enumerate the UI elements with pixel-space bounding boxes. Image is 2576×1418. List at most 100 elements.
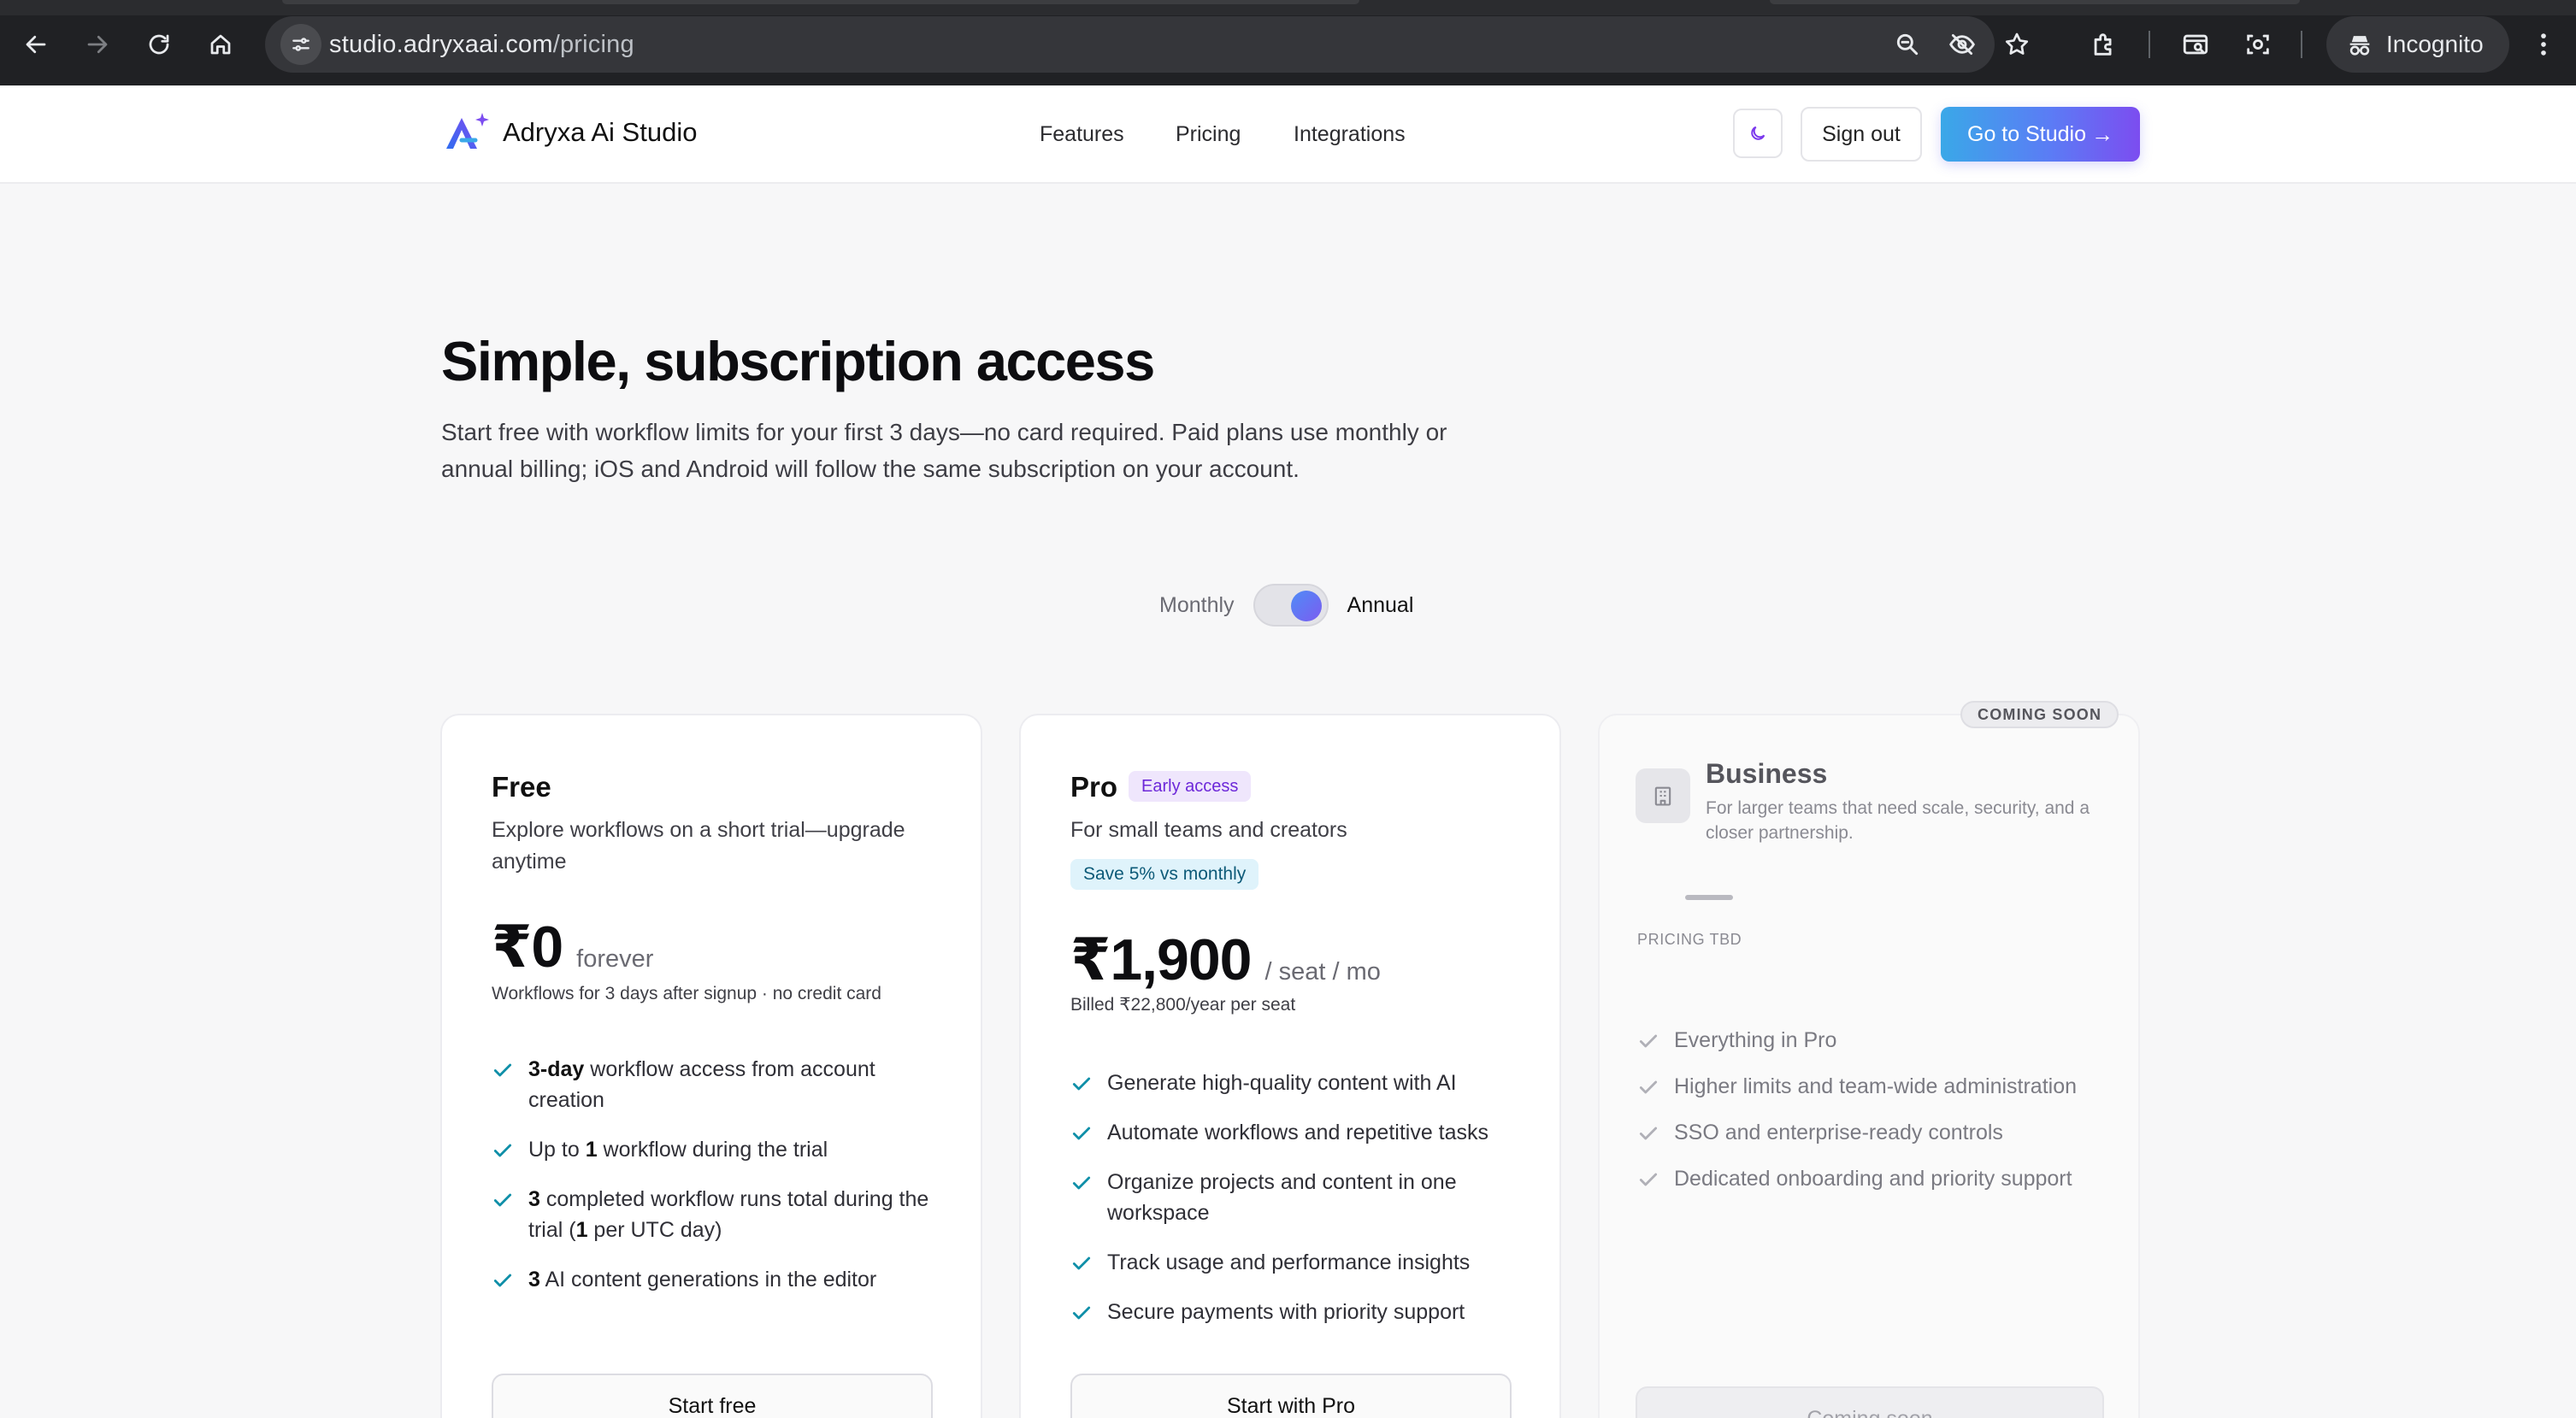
feature-text: Higher limits and team-wide administrati… bbox=[1674, 1074, 2078, 1098]
billing-monthly-label[interactable]: Monthly bbox=[1159, 593, 1235, 618]
feature-item: Higher limits and team-wide administrati… bbox=[1637, 1071, 2099, 1102]
feature-emphasis: 3 bbox=[528, 1268, 540, 1291]
tab-search-icon[interactable] bbox=[2175, 24, 2216, 65]
feature-list: Generate high-quality content with AI Au… bbox=[1070, 1068, 1532, 1327]
plan-name: Pro bbox=[1070, 771, 1118, 803]
check-icon bbox=[1639, 1173, 1658, 1186]
feature-text: Everything in Pro bbox=[1674, 1028, 1837, 1052]
start-free-button[interactable]: Start free bbox=[492, 1374, 933, 1418]
feature-text: AI content generations in the editor bbox=[539, 1268, 877, 1291]
extensions-icon[interactable] bbox=[2084, 24, 2125, 65]
feature-emphasis: 1 bbox=[585, 1138, 598, 1162]
feature-list: 3-day workflow access from account creat… bbox=[492, 1054, 953, 1295]
zoom-icon[interactable] bbox=[1887, 24, 1928, 65]
sign-out-button[interactable]: Sign out bbox=[1801, 107, 1922, 162]
nav-link-features[interactable]: Features bbox=[1040, 122, 1124, 147]
feature-item: 3-day workflow access from account creat… bbox=[492, 1054, 953, 1115]
nav-link-pricing[interactable]: Pricing bbox=[1176, 122, 1241, 147]
early-access-badge: Early access bbox=[1129, 771, 1252, 802]
feature-item: Generate high-quality content with AI bbox=[1070, 1068, 1532, 1098]
incognito-label: Incognito bbox=[2386, 31, 2484, 57]
forward-icon[interactable] bbox=[77, 24, 118, 65]
brand-logo-icon bbox=[446, 113, 489, 149]
tab-strip bbox=[0, 0, 2576, 15]
building-icon bbox=[1636, 768, 1690, 823]
feature-item: Everything in Pro bbox=[1637, 1025, 2099, 1056]
page-subtitle: Start free with workflow limits for your… bbox=[441, 419, 1447, 482]
coming-soon-button[interactable]: Coming soon bbox=[1636, 1386, 2104, 1418]
brand-name: Adryxa Ai Studio bbox=[503, 117, 698, 147]
feature-text: Track usage and performance insights bbox=[1107, 1250, 1471, 1274]
plan-description: Explore workflows on a short trial—upgra… bbox=[492, 818, 905, 874]
feature-text: Organize projects and content in one wor… bbox=[1107, 1170, 1457, 1225]
check-icon bbox=[1072, 1306, 1091, 1320]
feature-item: Dedicated onboarding and priority suppor… bbox=[1637, 1163, 2099, 1194]
feature-text: Generate high-quality content with AI bbox=[1107, 1071, 1457, 1095]
check-icon bbox=[493, 1274, 512, 1287]
moon-icon bbox=[1751, 126, 1765, 140]
more-icon[interactable] bbox=[2523, 24, 2564, 65]
plan-price: ₹0 bbox=[492, 915, 563, 980]
billing-switch[interactable] bbox=[1253, 584, 1329, 627]
price-note: Workflows for 3 days after signup · no c… bbox=[492, 984, 881, 1003]
start-with-pro-button[interactable]: Start with Pro bbox=[1070, 1374, 1512, 1418]
browser-toolbar: studio.adryxaai.com/pricing Incognito bbox=[0, 0, 2576, 85]
check-icon bbox=[493, 1144, 512, 1157]
feature-text: Up to bbox=[528, 1138, 586, 1162]
reload-icon[interactable] bbox=[139, 24, 180, 65]
address-bar[interactable]: studio.adryxaai.com/pricing bbox=[265, 16, 2029, 73]
theme-toggle-button[interactable] bbox=[1733, 109, 1783, 158]
star-icon[interactable] bbox=[1996, 24, 2037, 65]
feature-emphasis: 3-day bbox=[528, 1057, 585, 1081]
price-row: ₹1,900 / seat / mo bbox=[1070, 927, 1381, 994]
home-icon[interactable] bbox=[200, 24, 241, 65]
check-icon bbox=[1639, 1080, 1658, 1094]
screenshot-icon[interactable] bbox=[2237, 24, 2278, 65]
toolbar-divider bbox=[2149, 31, 2150, 58]
check-icon bbox=[1072, 1176, 1091, 1190]
plan-description: For larger teams that need scale, securi… bbox=[1706, 798, 2090, 843]
feature-emphasis: 1 bbox=[575, 1218, 588, 1242]
go-to-studio-label: Go to Studio bbox=[1967, 121, 2086, 146]
price-suffix: / seat / mo bbox=[1264, 958, 1381, 986]
back-icon[interactable] bbox=[15, 24, 56, 65]
eye-off-icon[interactable] bbox=[1942, 24, 1983, 65]
site-info-icon[interactable] bbox=[280, 24, 321, 65]
plan-description: For small teams and creators bbox=[1070, 818, 1347, 842]
url-path: /pricing bbox=[552, 31, 634, 58]
feature-text: Secure payments with priority support bbox=[1107, 1300, 1465, 1324]
billing-annual-label[interactable]: Annual bbox=[1347, 593, 1414, 618]
check-icon bbox=[1072, 1127, 1091, 1140]
feature-text: workflow during the trial bbox=[597, 1138, 828, 1162]
check-icon bbox=[1639, 1034, 1658, 1048]
check-icon bbox=[493, 1193, 512, 1207]
savings-badge: Save 5% vs monthly bbox=[1070, 859, 1259, 890]
coming-soon-badge: COMING SOON bbox=[1960, 701, 2119, 728]
feature-text: Dedicated onboarding and priority suppor… bbox=[1674, 1167, 2072, 1191]
tab[interactable] bbox=[1770, 0, 2300, 4]
price-row: ₹0 forever bbox=[492, 914, 653, 981]
billing-period-toggle: Monthly Annual bbox=[1159, 581, 1413, 629]
plan-price: ₹1,900 bbox=[1070, 927, 1252, 992]
toolbar-divider bbox=[2301, 31, 2302, 58]
go-to-studio-button[interactable]: Go to Studio → bbox=[1941, 107, 2140, 162]
nav-link-integrations[interactable]: Integrations bbox=[1294, 122, 1406, 147]
check-icon bbox=[493, 1063, 512, 1077]
feature-item: 3 AI content generations in the editor bbox=[492, 1264, 953, 1295]
incognito-indicator[interactable]: Incognito bbox=[2326, 16, 2509, 73]
site-header: Adryxa Ai Studio Features Pricing Integr… bbox=[0, 85, 2576, 184]
tab[interactable] bbox=[282, 0, 1359, 4]
feature-item: Automate workflows and repetitive tasks bbox=[1070, 1117, 1532, 1148]
feature-emphasis: 3 bbox=[528, 1187, 540, 1211]
pricing-tbd-label: PRICING TBD bbox=[1637, 931, 1742, 948]
price-suffix: forever bbox=[576, 945, 654, 973]
feature-item: Track usage and performance insights bbox=[1070, 1247, 1532, 1278]
url-text[interactable]: studio.adryxaai.com/pricing bbox=[329, 16, 634, 73]
incognito-icon bbox=[2349, 36, 2370, 56]
plan-card-pro: Pro Early access For small teams and cre… bbox=[1019, 714, 1561, 1418]
brand-logo-link[interactable]: Adryxa Ai Studio bbox=[443, 111, 697, 154]
check-icon bbox=[1639, 1127, 1658, 1140]
plan-name: Business bbox=[1706, 758, 1828, 789]
feature-text: Automate workflows and repetitive tasks bbox=[1107, 1121, 1489, 1144]
switch-knob bbox=[1290, 591, 1322, 621]
